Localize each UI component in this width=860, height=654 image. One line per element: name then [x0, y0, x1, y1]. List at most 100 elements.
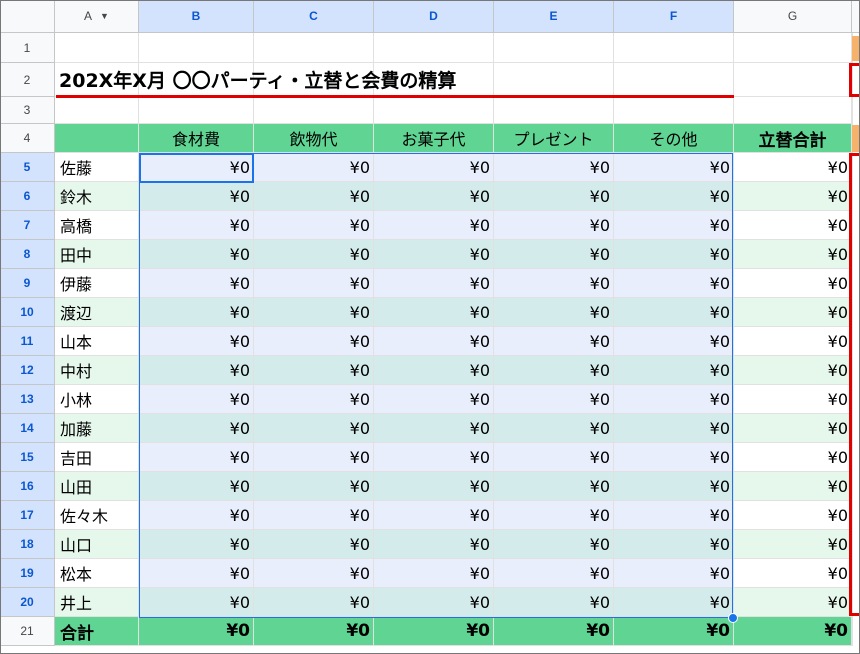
total-cell[interactable]: ¥0	[734, 501, 852, 530]
amount-cell[interactable]: ¥0	[374, 530, 494, 559]
cell[interactable]	[614, 97, 734, 124]
amount-cell[interactable]: ¥0	[139, 559, 254, 588]
row-header-2[interactable]: 2	[0, 63, 55, 97]
row-header-14[interactable]: 14	[0, 414, 55, 443]
column-header-G[interactable]: G	[734, 0, 852, 33]
amount-cell[interactable]: ¥0	[254, 472, 374, 501]
amount-cell[interactable]: ¥0	[614, 443, 734, 472]
amount-cell[interactable]: ¥0	[254, 211, 374, 240]
amount-cell[interactable]: ¥0	[139, 501, 254, 530]
row-header-12[interactable]: 12	[0, 356, 55, 385]
name-cell[interactable]: 松本	[55, 559, 139, 588]
amount-cell[interactable]: ¥0	[614, 211, 734, 240]
amount-cell[interactable]: ¥0	[494, 559, 614, 588]
cell[interactable]	[852, 617, 853, 646]
grand-total-cell[interactable]: ¥0	[139, 617, 254, 646]
amount-cell[interactable]: ¥0	[614, 240, 734, 269]
name-cell[interactable]: 加藤	[55, 414, 139, 443]
amount-cell[interactable]: ¥0	[139, 240, 254, 269]
filter-dropdown-icon[interactable]: ▼	[100, 11, 109, 21]
amount-cell[interactable]: ¥0	[139, 443, 254, 472]
grand-total-cell[interactable]: ¥0	[374, 617, 494, 646]
cell[interactable]	[494, 97, 614, 124]
amount-cell[interactable]: ¥0	[614, 530, 734, 559]
amount-cell[interactable]: ¥0	[374, 211, 494, 240]
amount-cell[interactable]: ¥0	[494, 327, 614, 356]
grand-total-cell[interactable]: ¥0	[614, 617, 734, 646]
header-cell[interactable]: 食材費	[139, 124, 254, 153]
amount-cell[interactable]: ¥0	[494, 443, 614, 472]
row-header-20[interactable]: 20	[0, 588, 55, 617]
amount-cell[interactable]: ¥0	[374, 414, 494, 443]
total-cell[interactable]: ¥0	[734, 414, 852, 443]
name-cell[interactable]: 鈴木	[55, 182, 139, 211]
row-header-5[interactable]: 5	[0, 153, 55, 182]
amount-cell[interactable]: ¥0	[254, 153, 374, 182]
amount-cell[interactable]: ¥0	[254, 385, 374, 414]
amount-cell[interactable]: ¥0	[614, 385, 734, 414]
name-cell[interactable]: 山田	[55, 472, 139, 501]
amount-cell[interactable]: ¥0	[139, 414, 254, 443]
amount-cell[interactable]: ¥0	[139, 530, 254, 559]
amount-cell[interactable]: ¥0	[139, 298, 254, 327]
row-header-13[interactable]: 13	[0, 385, 55, 414]
amount-cell[interactable]: ¥0	[494, 211, 614, 240]
amount-cell[interactable]: ¥0	[139, 356, 254, 385]
cell[interactable]	[55, 124, 139, 153]
column-header-E[interactable]: E	[494, 0, 614, 33]
header-cell[interactable]: 飲物代	[254, 124, 374, 153]
name-cell[interactable]: 吉田	[55, 443, 139, 472]
cell[interactable]	[254, 97, 374, 124]
amount-cell[interactable]: ¥0	[374, 269, 494, 298]
spreadsheet-grid[interactable]: A ▼ B C D E F G 1 2 3 4 5 6 7 8 9 10 11 12 13 14 15 16 17 18 19 20 2…	[0, 0, 860, 654]
amount-cell[interactable]: ¥0	[254, 356, 374, 385]
row-header-6[interactable]: 6	[0, 182, 55, 211]
header-cell[interactable]: 立替合計	[734, 124, 852, 153]
total-cell[interactable]: ¥0	[734, 385, 852, 414]
row-header-10[interactable]: 10	[0, 298, 55, 327]
grand-total-cell[interactable]: ¥0	[734, 617, 852, 646]
column-header-C[interactable]: C	[254, 0, 374, 33]
amount-cell[interactable]: ¥0	[254, 530, 374, 559]
header-cell[interactable]: その他	[614, 124, 734, 153]
amount-cell[interactable]: ¥0	[494, 530, 614, 559]
amount-cell[interactable]: ¥0	[494, 153, 614, 182]
amount-cell[interactable]: ¥0	[254, 269, 374, 298]
total-cell[interactable]: ¥0	[734, 588, 852, 617]
total-cell[interactable]: ¥0	[734, 559, 852, 588]
name-cell[interactable]: 小林	[55, 385, 139, 414]
row-header-8[interactable]: 8	[0, 240, 55, 269]
name-cell[interactable]: 渡辺	[55, 298, 139, 327]
amount-cell[interactable]: ¥0	[494, 269, 614, 298]
amount-cell[interactable]: ¥0	[139, 211, 254, 240]
name-cell[interactable]: 山本	[55, 327, 139, 356]
amount-cell[interactable]: ¥0	[374, 443, 494, 472]
amount-cell[interactable]: ¥0	[494, 414, 614, 443]
header-cell[interactable]: お菓子代	[374, 124, 494, 153]
amount-cell[interactable]: ¥0	[614, 269, 734, 298]
amount-cell[interactable]: ¥0	[139, 182, 254, 211]
column-header-A[interactable]: A ▼	[55, 0, 139, 33]
row-header-17[interactable]: 17	[0, 501, 55, 530]
name-cell[interactable]: 田中	[55, 240, 139, 269]
amount-cell[interactable]: ¥0	[139, 588, 254, 617]
cell[interactable]	[55, 33, 139, 63]
amount-cell[interactable]: ¥0	[374, 327, 494, 356]
column-header-H[interactable]	[852, 0, 860, 33]
amount-cell[interactable]: ¥0	[374, 298, 494, 327]
total-cell[interactable]: ¥0	[734, 211, 852, 240]
row-header-16[interactable]: 16	[0, 472, 55, 501]
total-cell[interactable]: ¥0	[734, 356, 852, 385]
select-all-corner[interactable]	[0, 0, 55, 33]
amount-cell[interactable]: ¥0	[254, 327, 374, 356]
amount-cell[interactable]: ¥0	[254, 240, 374, 269]
amount-cell[interactable]: ¥0	[614, 153, 734, 182]
amount-cell[interactable]: ¥0	[139, 269, 254, 298]
fill-handle[interactable]	[728, 613, 738, 623]
row-header-9[interactable]: 9	[0, 269, 55, 298]
cell[interactable]	[139, 97, 254, 124]
amount-cell[interactable]: ¥0	[374, 240, 494, 269]
cell[interactable]	[734, 97, 852, 124]
amount-cell[interactable]: ¥0	[614, 327, 734, 356]
active-cell[interactable]	[139, 153, 254, 183]
